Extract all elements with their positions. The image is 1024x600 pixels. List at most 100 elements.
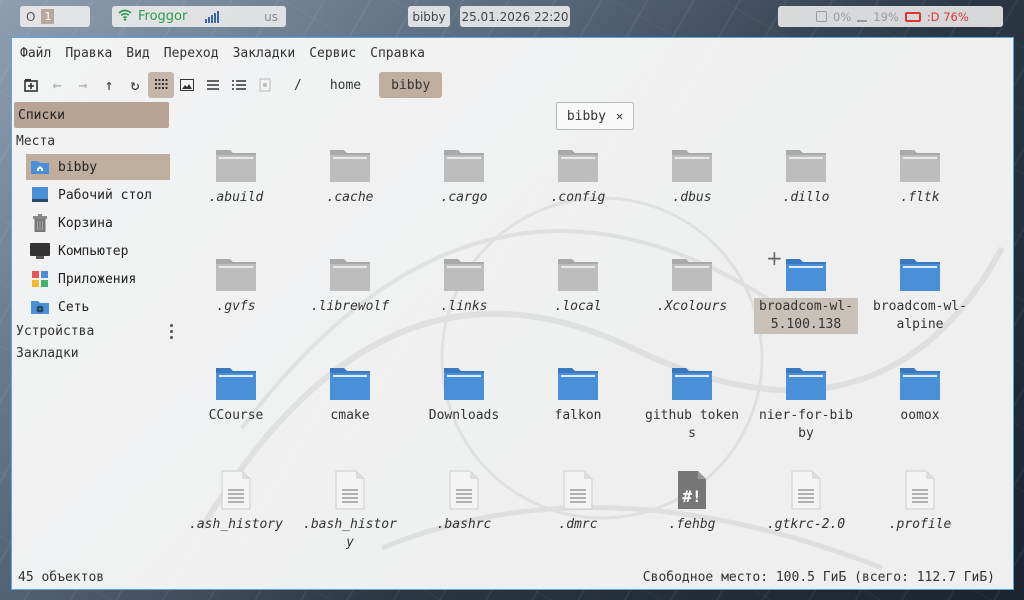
menu-bar: Файл Правка Вид Переход Закладки Сервис … (12, 42, 1013, 64)
file-name: .cache (326, 190, 374, 205)
sidebar-item-trash[interactable]: Корзина (26, 210, 170, 236)
file-item[interactable]: github tokens (640, 361, 744, 443)
file-item[interactable]: .dillo (754, 143, 858, 207)
menu-file[interactable]: Файл (20, 46, 51, 61)
folder-icon (754, 143, 858, 183)
sidebar-resize-handle[interactable] (170, 324, 174, 342)
file-item[interactable]: CCourse (184, 361, 288, 425)
menu-bookmarks[interactable]: Закладки (233, 46, 296, 61)
back-button[interactable]: ← (44, 72, 70, 98)
path-mode-button[interactable] (252, 72, 278, 98)
file-item[interactable]: cmake (298, 361, 402, 425)
icon-view-button[interactable] (148, 72, 174, 98)
workspace-indicator[interactable]: O 1 (20, 6, 90, 27)
text-file-icon (412, 470, 516, 510)
sidebar: Списки Места bibby Рабочий стол Корзина … (12, 100, 174, 570)
file-item[interactable]: oomox (868, 361, 972, 425)
path-edit-icon (259, 78, 271, 92)
svg-text:#!: #! (682, 487, 701, 506)
breadcrumb-current[interactable]: bibby (379, 72, 443, 98)
file-name: .cargo (440, 190, 488, 205)
workspace-number[interactable]: 1 (41, 9, 55, 24)
file-name: .links (440, 299, 488, 314)
file-item[interactable]: .ash_history (184, 470, 288, 534)
folder-icon (640, 361, 744, 401)
devices-section-label[interactable]: Устройства (16, 324, 94, 339)
toolbar: ← → ↑ ↻ / home bibby (12, 72, 1013, 98)
network-widget[interactable]: Froggor us (112, 6, 286, 27)
file-item[interactable]: .cache (298, 143, 402, 207)
folder-icon (298, 252, 402, 292)
file-item[interactable]: .fltk (868, 143, 972, 207)
file-item[interactable]: .gvfs (184, 252, 288, 316)
breadcrumb-home[interactable]: home (320, 72, 371, 98)
file-name: .profile (888, 517, 952, 532)
menu-go[interactable]: Переход (164, 46, 219, 61)
file-item[interactable]: Downloads (412, 361, 516, 425)
memory-usage: 19% (873, 9, 899, 24)
file-item[interactable]: .Xcolours (640, 252, 744, 316)
sidebar-item-applications[interactable]: Приложения (26, 266, 170, 292)
sidebar-item-network[interactable]: Сеть (26, 294, 170, 320)
sidebar-item-home[interactable]: bibby (26, 154, 170, 180)
free-space: Свободное место: 100.5 ГиБ (всего: 112.7… (642, 569, 995, 585)
applications-icon (30, 270, 50, 288)
bookmarks-section-label[interactable]: Закладки (16, 346, 79, 361)
up-button[interactable]: ↑ (96, 72, 122, 98)
sidebar-item-desktop[interactable]: Рабочий стол (26, 182, 170, 208)
sidebar-item-label: Корзина (58, 215, 113, 231)
file-item[interactable]: broadcom-wl-alpine (868, 252, 972, 334)
reload-button[interactable]: ↻ (122, 72, 148, 98)
compact-view-button[interactable] (200, 72, 226, 98)
places-section-label[interactable]: Места (16, 134, 55, 149)
system-monitor[interactable]: 0% 19% :D 76% (778, 6, 1003, 27)
menu-tools[interactable]: Сервис (309, 46, 356, 61)
forward-button[interactable]: → (70, 72, 96, 98)
file-item[interactable]: .bash_history (298, 470, 402, 552)
file-name: .gvfs (216, 299, 256, 314)
keyboard-layout[interactable]: us (264, 10, 278, 24)
wifi-icon (118, 9, 132, 25)
file-item[interactable]: #! .fehbg (640, 470, 744, 534)
sidebar-mode-selector[interactable]: Списки (14, 102, 169, 128)
file-item[interactable]: .dbus (640, 143, 744, 207)
folder-icon (640, 252, 744, 292)
clock[interactable]: 25.01.2026 22:20 (460, 6, 570, 27)
file-item[interactable]: .librewolf (298, 252, 402, 316)
file-item[interactable]: .cargo (412, 143, 516, 207)
tab-bibby[interactable]: bibby ✕ (556, 102, 634, 130)
folder-icon (298, 143, 402, 183)
menu-edit[interactable]: Правка (65, 46, 112, 61)
file-name: .fehbg (668, 517, 716, 532)
text-file-icon (184, 470, 288, 510)
file-item[interactable]: .abuild (184, 143, 288, 207)
file-item[interactable]: .local (526, 252, 630, 316)
thumbnail-view-button[interactable] (174, 72, 200, 98)
folder-icon (526, 252, 630, 292)
text-file-icon (298, 470, 402, 510)
close-tab-icon[interactable]: ✕ (616, 109, 623, 123)
detailed-view-button[interactable] (226, 72, 252, 98)
text-file-icon (754, 470, 858, 510)
menu-view[interactable]: Вид (126, 46, 149, 61)
folder-icon (412, 252, 516, 292)
file-name: .fltk (900, 190, 940, 205)
text-file-icon (868, 470, 972, 510)
file-item[interactable]: .profile (868, 470, 972, 534)
folder-icon (412, 361, 516, 401)
file-name: .dbus (672, 190, 712, 205)
file-item[interactable]: .gtkrc-2.0 (754, 470, 858, 534)
file-item[interactable]: .dmrc (526, 470, 630, 534)
sidebar-item-computer[interactable]: Компьютер (26, 238, 170, 264)
new-tab-button[interactable] (18, 72, 44, 98)
file-name: .ash_history (189, 517, 283, 532)
file-item[interactable]: .bashrc (412, 470, 516, 534)
file-item[interactable]: .config (526, 143, 630, 207)
file-item[interactable]: nier-for-bibby (754, 361, 858, 443)
breadcrumb-root[interactable]: / (284, 72, 312, 98)
list-compact-icon (207, 80, 219, 90)
menu-help[interactable]: Справка (370, 46, 425, 61)
file-item[interactable]: falkon (526, 361, 630, 425)
list-detailed-icon (232, 80, 246, 90)
file-item[interactable]: .links (412, 252, 516, 316)
